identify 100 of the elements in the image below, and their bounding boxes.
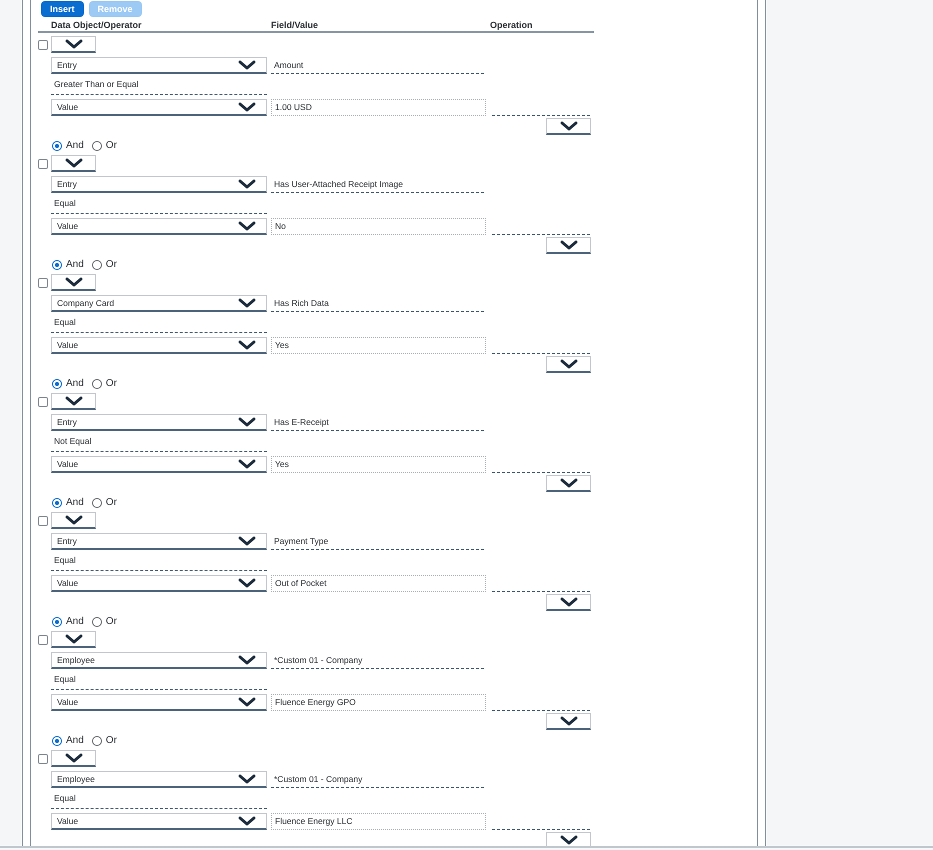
dropdown-button[interactable] — [51, 631, 96, 648]
radio-label: Or — [106, 139, 117, 153]
checkbox[interactable] — [38, 516, 48, 526]
dropdown-button[interactable] — [51, 155, 96, 172]
chevron-down-icon — [238, 221, 256, 231]
value-type-select[interactable]: Value — [51, 99, 267, 116]
object-select[interactable]: Entry — [51, 414, 267, 431]
value-field[interactable]: 1.00 USD — [271, 99, 486, 116]
operator-field[interactable]: Greater Than or Equal — [51, 76, 267, 95]
checkbox[interactable] — [38, 158, 48, 168]
operator-field[interactable]: Equal — [51, 195, 267, 214]
radio-button[interactable] — [92, 498, 102, 508]
object-select[interactable]: Entry — [51, 533, 267, 550]
radio-label: Or — [106, 734, 117, 748]
chevron-down-icon — [238, 417, 256, 427]
operation-dropdown[interactable] — [546, 713, 591, 730]
value-type-select[interactable]: Value — [51, 456, 267, 473]
value-field[interactable]: Out of Pocket — [271, 575, 486, 592]
value-field[interactable]: Yes — [271, 337, 486, 354]
value-field[interactable]: Yes — [271, 456, 486, 473]
chevron-down-icon — [560, 121, 578, 131]
field-name: *Custom 01 - Company — [271, 653, 484, 669]
field-name: Amount — [271, 58, 484, 74]
radio-button[interactable] — [92, 140, 102, 150]
object-select[interactable]: Entry — [51, 176, 267, 193]
radio-label: Or — [106, 496, 117, 510]
object-select[interactable]: Company Card — [51, 295, 267, 312]
operation-dropdown[interactable] — [546, 594, 591, 611]
value-type-select[interactable]: Value — [51, 218, 267, 235]
radio-button[interactable] — [52, 260, 62, 270]
operation-dropdown[interactable] — [546, 237, 591, 254]
chevron-down-icon — [64, 396, 82, 406]
operator-field[interactable]: Equal — [51, 790, 267, 809]
operation-dropdown[interactable] — [546, 118, 591, 135]
value-type-select[interactable]: Value — [51, 813, 267, 830]
operation-dropdown[interactable] — [546, 475, 591, 492]
field-name: Has User-Attached Receipt Image — [271, 177, 484, 193]
chevron-down-icon — [64, 277, 82, 287]
insert-button[interactable]: Insert — [41, 1, 84, 17]
operator-field[interactable]: Equal — [51, 314, 267, 333]
chevron-down-icon — [560, 478, 578, 488]
radio-button[interactable] — [92, 378, 102, 388]
dropdown-button[interactable] — [51, 393, 96, 410]
operation-dropdown[interactable] — [546, 356, 591, 373]
chevron-down-icon — [560, 716, 578, 726]
field-name: Payment Type — [271, 534, 484, 550]
checkbox[interactable] — [38, 634, 48, 644]
chevron-down-icon — [238, 298, 256, 308]
dropdown-button[interactable] — [51, 36, 96, 53]
checkbox[interactable] — [38, 754, 48, 764]
chevron-down-icon — [238, 578, 256, 588]
field-name: *Custom 01 - Company — [271, 772, 484, 788]
value-type-select[interactable]: Value — [51, 337, 267, 354]
value-field[interactable]: Fluence Energy GPO — [271, 694, 486, 711]
radio-label: And — [66, 377, 84, 391]
radio-label: Or — [106, 615, 117, 629]
value-type-select[interactable]: Value — [51, 575, 267, 592]
object-select[interactable]: Entry — [51, 57, 267, 74]
radio-label: And — [66, 734, 84, 748]
chevron-down-icon — [560, 359, 578, 369]
chevron-down-icon — [560, 835, 578, 845]
radio-button[interactable] — [92, 616, 102, 626]
chevron-down-icon — [238, 774, 256, 784]
dropdown-button[interactable] — [51, 274, 96, 291]
radio-button[interactable] — [52, 378, 62, 388]
radio-button[interactable] — [92, 736, 102, 746]
chevron-down-icon — [560, 597, 578, 607]
value-type-select[interactable]: Value — [51, 694, 267, 711]
radio-button[interactable] — [52, 736, 62, 746]
operator-field[interactable]: Not Equal — [51, 433, 267, 452]
checkbox[interactable] — [38, 278, 48, 288]
column-header: Operation — [490, 19, 533, 31]
radio-label: And — [66, 496, 84, 510]
value-field[interactable]: No — [271, 218, 486, 235]
radio-label: And — [66, 258, 84, 272]
chevron-down-icon — [238, 459, 256, 469]
chevron-down-icon — [238, 179, 256, 189]
object-select[interactable]: Employee — [51, 652, 267, 669]
dropdown-button[interactable] — [51, 750, 96, 767]
field-name: Has E-Receipt — [271, 415, 484, 431]
radio-label: And — [66, 615, 84, 629]
value-field[interactable]: Fluence Energy LLC — [271, 813, 486, 830]
dropdown-button[interactable] — [51, 512, 96, 529]
radio-button[interactable] — [52, 616, 62, 626]
checkbox[interactable] — [38, 40, 48, 50]
chevron-down-icon — [238, 536, 256, 546]
operation-dropdown[interactable] — [546, 832, 591, 846]
radio-label: Or — [106, 377, 117, 391]
column-header: Data Object/Operator — [51, 19, 143, 31]
operator-field[interactable]: Equal — [51, 552, 267, 571]
radio-button[interactable] — [52, 498, 62, 508]
chevron-down-icon — [238, 102, 256, 112]
chevron-down-icon — [238, 340, 256, 350]
radio-button[interactable] — [52, 140, 62, 150]
chevron-down-icon — [64, 753, 82, 763]
radio-button[interactable] — [92, 260, 102, 270]
object-select[interactable]: Employee — [51, 771, 267, 788]
checkbox[interactable] — [38, 396, 48, 406]
radio-label: And — [66, 139, 84, 153]
operator-field[interactable]: Equal — [51, 671, 267, 690]
